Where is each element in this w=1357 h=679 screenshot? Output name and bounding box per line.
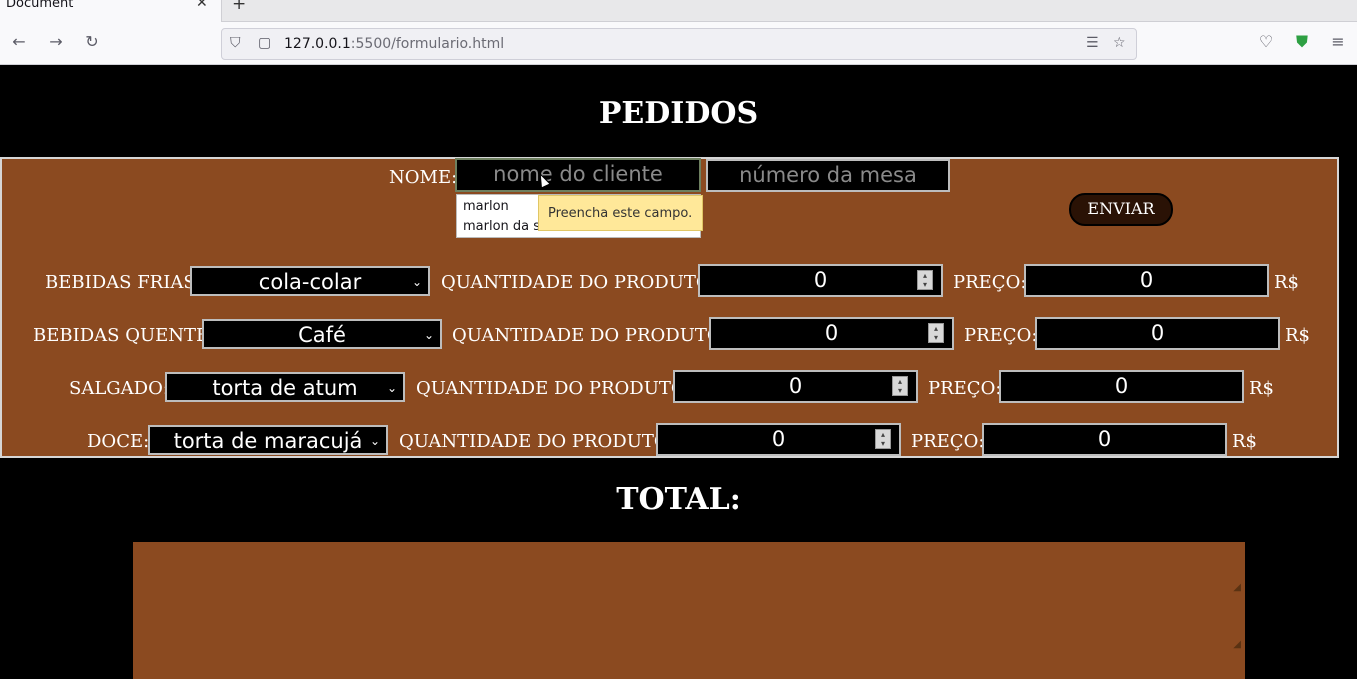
- hot-drinks-qty-label: QUANTIDADE DO PRODUTO:: [452, 325, 728, 346]
- total-title: TOTAL:: [616, 482, 741, 517]
- shield-icon[interactable]: ⛉: [230, 35, 241, 51]
- back-arrow-icon[interactable]: ←: [9, 32, 29, 52]
- cold-drinks-select[interactable]: cola-colar ⌄: [190, 266, 430, 296]
- resize-grip-icon[interactable]: ◢: [1233, 582, 1241, 593]
- table-number-input[interactable]: número da mesa: [706, 159, 950, 192]
- bookmark-star-icon[interactable]: ☆: [1113, 35, 1126, 51]
- stepper-icon[interactable]: ▴ ▾: [875, 429, 891, 449]
- savory-label: SALGADO:: [69, 378, 169, 399]
- page-title: PEDIDOS: [598, 96, 759, 131]
- savory-qty-label: QUANTIDADE DO PRODUTO:: [416, 378, 692, 399]
- hot-drinks-qty-input[interactable]: 0 ▴ ▾: [709, 317, 954, 350]
- savory-selected: torta de atum: [212, 376, 358, 400]
- cold-drinks-qty-value: 0: [813, 268, 828, 292]
- submit-button[interactable]: ENVIAR: [1069, 193, 1173, 226]
- table-number-placeholder: número da mesa: [739, 163, 917, 187]
- tab-title: Document: [6, 0, 74, 11]
- hot-drinks-price-label: PREÇO:: [964, 325, 1038, 346]
- browser-tab[interactable]: Document ✕: [0, 0, 222, 22]
- cold-drinks-qty-label: QUANTIDADE DO PRODUTO:: [441, 272, 717, 293]
- url-host: 127.0.0.1: [284, 36, 351, 52]
- url-path: :5500/formulario.html: [350, 36, 505, 52]
- cold-drinks-selected: cola-colar: [258, 270, 362, 294]
- forward-arrow-icon[interactable]: →: [46, 32, 66, 52]
- chevron-down-icon: ⌄: [386, 381, 397, 395]
- cold-drinks-price-label: PREÇO:: [953, 272, 1027, 293]
- sweet-selected: torta de maracujá: [173, 429, 363, 453]
- stepper-icon[interactable]: ▴ ▾: [917, 270, 933, 290]
- stepper-icon[interactable]: ▴ ▾: [892, 376, 908, 396]
- stepper-icon[interactable]: ▴ ▾: [928, 323, 944, 343]
- sweet-price-input[interactable]: 0: [982, 423, 1227, 456]
- tab-strip: Document ✕ +: [0, 0, 1357, 22]
- url-text: 127.0.0.1:5500/formulario.html: [284, 36, 504, 52]
- new-tab-icon[interactable]: +: [232, 0, 246, 14]
- sweet-qty-label: QUANTIDADE DO PRODUTO:: [399, 431, 675, 452]
- hot-drinks-price-input[interactable]: 0: [1035, 317, 1280, 350]
- savory-select[interactable]: torta de atum ⌄: [165, 372, 405, 402]
- sweet-qty-value: 0: [771, 427, 786, 451]
- address-bar[interactable]: ⛉ ▢ 127.0.0.1:5500/formulario.html ☰ ☆: [221, 28, 1137, 60]
- reader-view-icon[interactable]: ☰: [1086, 35, 1099, 51]
- savory-currency: R$: [1249, 378, 1275, 399]
- autocomplete-option[interactable]: marlon: [463, 199, 509, 214]
- cold-drinks-price-value: 0: [1139, 268, 1154, 292]
- chevron-down-icon: ⌄: [411, 275, 422, 289]
- pocket-icon[interactable]: ♡: [1256, 32, 1276, 52]
- cold-drinks-price-input[interactable]: 0: [1024, 264, 1269, 297]
- sweet-select[interactable]: torta de maracujá ⌄: [148, 425, 388, 455]
- savory-qty-value: 0: [788, 374, 803, 398]
- hot-drinks-selected: Café: [298, 323, 346, 347]
- hot-drinks-qty-value: 0: [824, 321, 839, 345]
- savory-price-value: 0: [1114, 374, 1129, 398]
- page-info-icon[interactable]: ▢: [258, 35, 271, 51]
- savory-price-input[interactable]: 0: [999, 370, 1244, 403]
- close-tab-icon[interactable]: ✕: [196, 0, 208, 11]
- cold-drinks-currency: R$: [1274, 272, 1300, 293]
- sweet-label: DOCE:: [87, 431, 150, 452]
- sweet-currency: R$: [1232, 431, 1258, 452]
- validation-tooltip: Preencha este campo.: [538, 195, 703, 231]
- reload-icon[interactable]: ↻: [82, 32, 102, 52]
- resize-grip-icon[interactable]: ◢: [1233, 639, 1241, 650]
- menu-icon[interactable]: ≡: [1328, 32, 1348, 52]
- sweet-price-value: 0: [1097, 427, 1112, 451]
- navigation-bar: ← → ↻ ⛉ ▢ 127.0.0.1:5500/formulario.html…: [0, 22, 1357, 65]
- client-name-input[interactable]: nome do cliente: [455, 158, 701, 192]
- savory-qty-input[interactable]: 0 ▴ ▾: [673, 370, 918, 403]
- sweet-price-label: PREÇO:: [911, 431, 985, 452]
- savory-price-label: PREÇO:: [928, 378, 1002, 399]
- autocomplete-option[interactable]: marlon da s: [463, 219, 540, 234]
- chevron-down-icon: ⌄: [369, 434, 380, 448]
- name-label: NOME:: [389, 167, 458, 188]
- chevron-down-icon: ⌄: [423, 328, 434, 342]
- extension-shield-icon[interactable]: ⛊: [1292, 32, 1312, 52]
- hot-drinks-currency: R$: [1285, 325, 1311, 346]
- cold-drinks-qty-input[interactable]: 0 ▴ ▾: [698, 264, 943, 297]
- sweet-qty-input[interactable]: 0 ▴ ▾: [656, 423, 901, 456]
- client-name-placeholder: nome do cliente: [493, 162, 663, 186]
- cold-drinks-label: BEBIDAS FRIAS:: [45, 272, 202, 293]
- hot-drinks-price-value: 0: [1150, 321, 1165, 345]
- total-textarea[interactable]: ◢ ◢: [133, 542, 1245, 679]
- hot-drinks-select[interactable]: Café ⌄: [202, 319, 442, 349]
- hot-drinks-label: BEBIDAS QUENTE:: [33, 325, 216, 346]
